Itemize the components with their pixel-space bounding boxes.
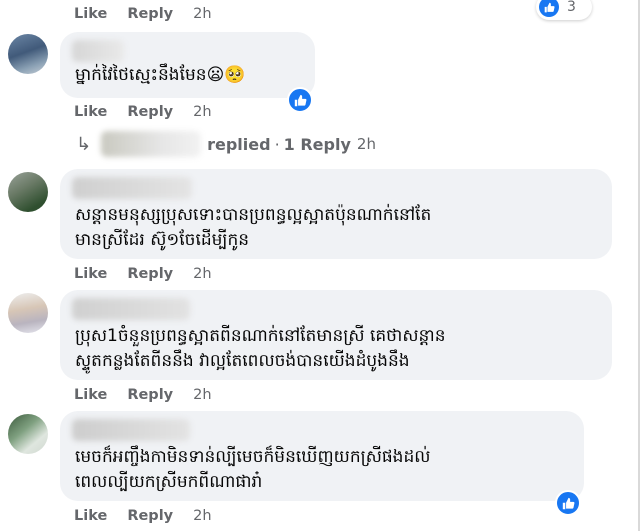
like-reaction-badge[interactable] xyxy=(555,490,581,516)
comment-time[interactable]: 2h xyxy=(193,266,211,282)
reply-button[interactable]: Reply xyxy=(127,6,173,22)
replier-avatar-name xyxy=(101,131,202,157)
commenter-name[interactable] xyxy=(72,298,190,320)
comment-text: ប្រុស1ចំនួនប្រពន្ធស្អាតពីនណាក់នៅតែមានស្រ… xyxy=(75,326,446,371)
reply-button[interactable]: Reply xyxy=(127,508,173,524)
avatar[interactable] xyxy=(8,34,48,74)
comment-text: មេចក៏អញ្ចឹងកាមិនទាន់ល្បីមេចក៏មិនឃើញយកស្រ… xyxy=(75,447,431,492)
comment-time[interactable]: 2h xyxy=(193,387,211,403)
reply-button[interactable]: Reply xyxy=(127,266,173,282)
thumbs-up-icon xyxy=(294,94,306,106)
like-button[interactable]: Like xyxy=(74,6,107,22)
comment-actions-top: Like Reply 2h xyxy=(74,6,212,22)
comment-time[interactable]: 2h xyxy=(193,104,211,120)
commenter-name[interactable] xyxy=(72,40,124,62)
reply-time: 2h xyxy=(356,135,376,153)
like-reaction-badge[interactable] xyxy=(287,87,313,113)
like-reaction-icon xyxy=(539,0,559,17)
avatar[interactable] xyxy=(8,172,48,212)
reply-arrow-icon: ↳ xyxy=(76,133,92,155)
reply-button[interactable]: Reply xyxy=(127,104,173,120)
commenter-name[interactable] xyxy=(72,177,192,199)
view-replies-link[interactable]: ↳ replied · 1 Reply 2h xyxy=(76,131,376,157)
reaction-count: 3 xyxy=(567,0,576,15)
comment-text: សន្ដានមនុស្សប្រុសទោះបានប្រពន្ធល្អស្អាតប៉… xyxy=(75,205,432,250)
reply-count[interactable]: 1 Reply xyxy=(284,135,351,154)
comment-time[interactable]: 2h xyxy=(193,6,211,22)
comment-actions: Like Reply 2h xyxy=(74,387,212,403)
thumbs-up-icon xyxy=(562,497,574,509)
comment-time[interactable]: 2h xyxy=(193,508,211,524)
reaction-summary[interactable]: 3 xyxy=(536,0,592,20)
like-button[interactable]: Like xyxy=(74,266,107,282)
replied-label: replied xyxy=(207,134,271,154)
reply-button[interactable]: Reply xyxy=(127,387,173,403)
like-button[interactable]: Like xyxy=(74,104,107,120)
comment-actions: Like Reply 2h xyxy=(74,104,212,120)
avatar[interactable] xyxy=(8,293,48,333)
commenter-name[interactable] xyxy=(72,419,190,441)
separator: · xyxy=(274,134,280,154)
like-button[interactable]: Like xyxy=(74,508,107,524)
comment-actions: Like Reply 2h xyxy=(74,266,212,282)
comment-text: ម្នាក់វៃថៃស្មេះនឹងមែន😦🥺 xyxy=(75,65,246,85)
avatar[interactable] xyxy=(8,414,48,454)
like-button[interactable]: Like xyxy=(74,387,107,403)
comment-actions: Like Reply 2h xyxy=(74,508,212,524)
